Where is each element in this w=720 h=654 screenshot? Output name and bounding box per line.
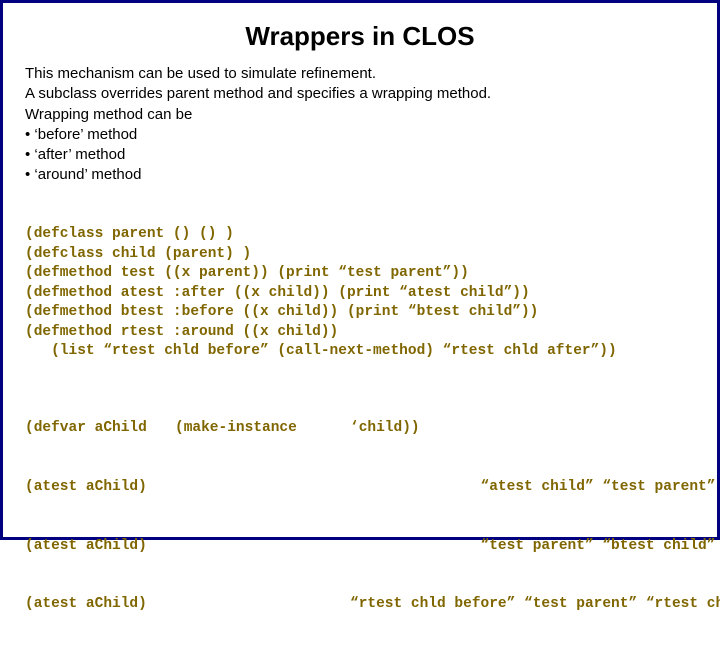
code-cell: [175, 537, 350, 557]
code-cell: (atest aChild): [25, 478, 175, 498]
code-cell: “test parent” “btest child”: [350, 537, 715, 557]
code-cell: (make-instance: [175, 419, 350, 439]
code-row: (defvar aChild (make-instance ‘child)): [25, 419, 695, 439]
code-line: (list “rtest chld before” (call-next-met…: [25, 343, 617, 359]
code-line: (defmethod btest :before ((x child)) (pr…: [25, 304, 538, 320]
code-line: (defmethod rtest :around ((x child)): [25, 324, 338, 340]
code-line: (defmethod test ((x parent)) (print “tes…: [25, 265, 469, 281]
slide-frame: Wrappers in CLOS This mechanism can be u…: [0, 0, 720, 540]
code-row: (atest aChild) “atest child” “test paren…: [25, 478, 695, 498]
code-cell: “atest child” “test parent”: [350, 478, 715, 498]
code-line: (defmethod atest :after ((x child)) (pri…: [25, 285, 530, 301]
code-cell: ‘child)): [350, 419, 695, 439]
code-cell: [175, 478, 350, 498]
code-block-2: (defvar aChild (make-instance ‘child)) (…: [25, 380, 695, 654]
code-row: (atest aChild) “rtest chld before” “test…: [25, 595, 695, 615]
intro-line: Wrapping method can be: [25, 105, 695, 125]
code-block-1: (defclass parent () () ) (defclass child…: [25, 206, 695, 363]
code-cell: “rtest chld before” “test parent” “rtest…: [350, 595, 720, 615]
code-cell: (atest aChild): [25, 595, 175, 615]
intro-bullet: • ‘around’ method: [25, 165, 695, 185]
code-cell: (atest aChild): [25, 537, 175, 557]
intro-line: A subclass overrides parent method and s…: [25, 84, 695, 104]
intro-bullet: • ‘before’ method: [25, 125, 695, 145]
intro-block: This mechanism can be used to simulate r…: [25, 64, 695, 186]
intro-line: This mechanism can be used to simulate r…: [25, 64, 695, 84]
code-cell: (defvar aChild: [25, 419, 175, 439]
slide-title: Wrappers in CLOS: [25, 21, 695, 52]
code-cell: [175, 595, 350, 615]
intro-bullet: • ‘after’ method: [25, 145, 695, 165]
code-row: (atest aChild) “test parent” “btest chil…: [25, 537, 695, 557]
code-line: (defclass child (parent) ): [25, 246, 251, 262]
code-line: (defclass parent () () ): [25, 226, 234, 242]
